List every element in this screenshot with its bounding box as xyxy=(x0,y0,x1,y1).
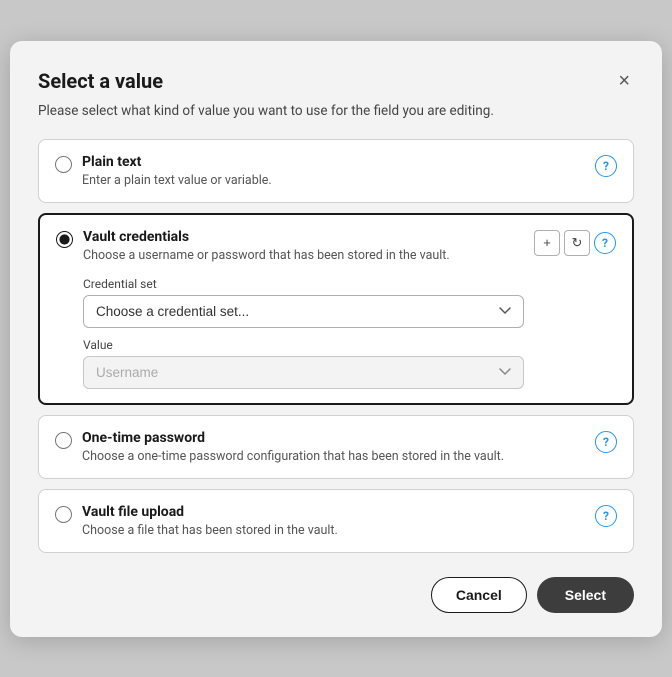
option-vault-file-actions: ? xyxy=(595,505,617,527)
modal-title: Select a value xyxy=(38,69,163,93)
radio-vault-credentials[interactable] xyxy=(56,231,73,248)
radio-vault-file-wrapper[interactable] xyxy=(55,506,72,527)
help-icon-otp[interactable]: ? xyxy=(595,431,617,453)
value-label: Value xyxy=(83,338,524,352)
value-field: Value Username xyxy=(83,338,524,389)
option-vault-credentials[interactable]: Vault credentials Choose a username or p… xyxy=(38,213,634,405)
value-select[interactable]: Username xyxy=(83,356,524,389)
radio-plain-text-wrapper[interactable] xyxy=(55,156,72,177)
select-button[interactable]: Select xyxy=(537,577,634,613)
option-otp-content: One-time password Choose a one-time pass… xyxy=(82,430,585,464)
modal: Select a value × Please select what kind… xyxy=(10,41,662,637)
option-vault-file-content: Vault file upload Choose a file that has… xyxy=(82,504,585,538)
modal-subtitle: Please select what kind of value you wan… xyxy=(38,103,634,119)
radio-vault-file[interactable] xyxy=(55,506,72,523)
credential-fields: Credential set Choose a credential set..… xyxy=(83,277,524,389)
radio-plain-text[interactable] xyxy=(55,156,72,173)
option-vault-file-desc: Choose a file that has been stored in th… xyxy=(82,523,585,538)
close-button[interactable]: × xyxy=(614,69,634,93)
credential-set-field: Credential set Choose a credential set..… xyxy=(83,277,524,328)
option-otp-actions: ? xyxy=(595,431,617,453)
add-button[interactable]: + xyxy=(534,230,560,256)
option-vault-file-title: Vault file upload xyxy=(82,504,585,520)
radio-vault-credentials-wrapper[interactable] xyxy=(56,231,73,252)
option-vault-credentials-desc: Choose a username or password that has b… xyxy=(83,248,524,263)
option-vault-credentials-actions: + ↻ ? xyxy=(534,230,616,256)
option-vault-credentials-title: Vault credentials xyxy=(83,229,524,245)
option-plain-text-desc: Enter a plain text value or variable. xyxy=(82,173,585,188)
modal-footer: Cancel Select xyxy=(38,577,634,613)
option-plain-text[interactable]: Plain text Enter a plain text value or v… xyxy=(38,139,634,203)
option-one-time-password[interactable]: One-time password Choose a one-time pass… xyxy=(38,415,634,479)
modal-header: Select a value × xyxy=(38,69,634,93)
credential-set-select[interactable]: Choose a credential set... xyxy=(83,295,524,328)
option-plain-text-content: Plain text Enter a plain text value or v… xyxy=(82,154,585,188)
radio-otp[interactable] xyxy=(55,432,72,449)
help-icon-plain-text[interactable]: ? xyxy=(595,155,617,177)
help-icon-vault-file[interactable]: ? xyxy=(595,505,617,527)
cancel-button[interactable]: Cancel xyxy=(431,577,527,613)
radio-otp-wrapper[interactable] xyxy=(55,432,72,453)
option-otp-desc: Choose a one-time password configuration… xyxy=(82,449,585,464)
option-otp-title: One-time password xyxy=(82,430,585,446)
refresh-button[interactable]: ↻ xyxy=(564,230,590,256)
credential-set-label: Credential set xyxy=(83,277,524,291)
option-vault-credentials-content: Vault credentials Choose a username or p… xyxy=(83,229,524,389)
option-plain-text-title: Plain text xyxy=(82,154,585,170)
option-vault-file-upload[interactable]: Vault file upload Choose a file that has… xyxy=(38,489,634,553)
options-list: Plain text Enter a plain text value or v… xyxy=(38,139,634,553)
help-icon-vault-credentials[interactable]: ? xyxy=(594,232,616,254)
option-plain-text-actions: ? xyxy=(595,155,617,177)
